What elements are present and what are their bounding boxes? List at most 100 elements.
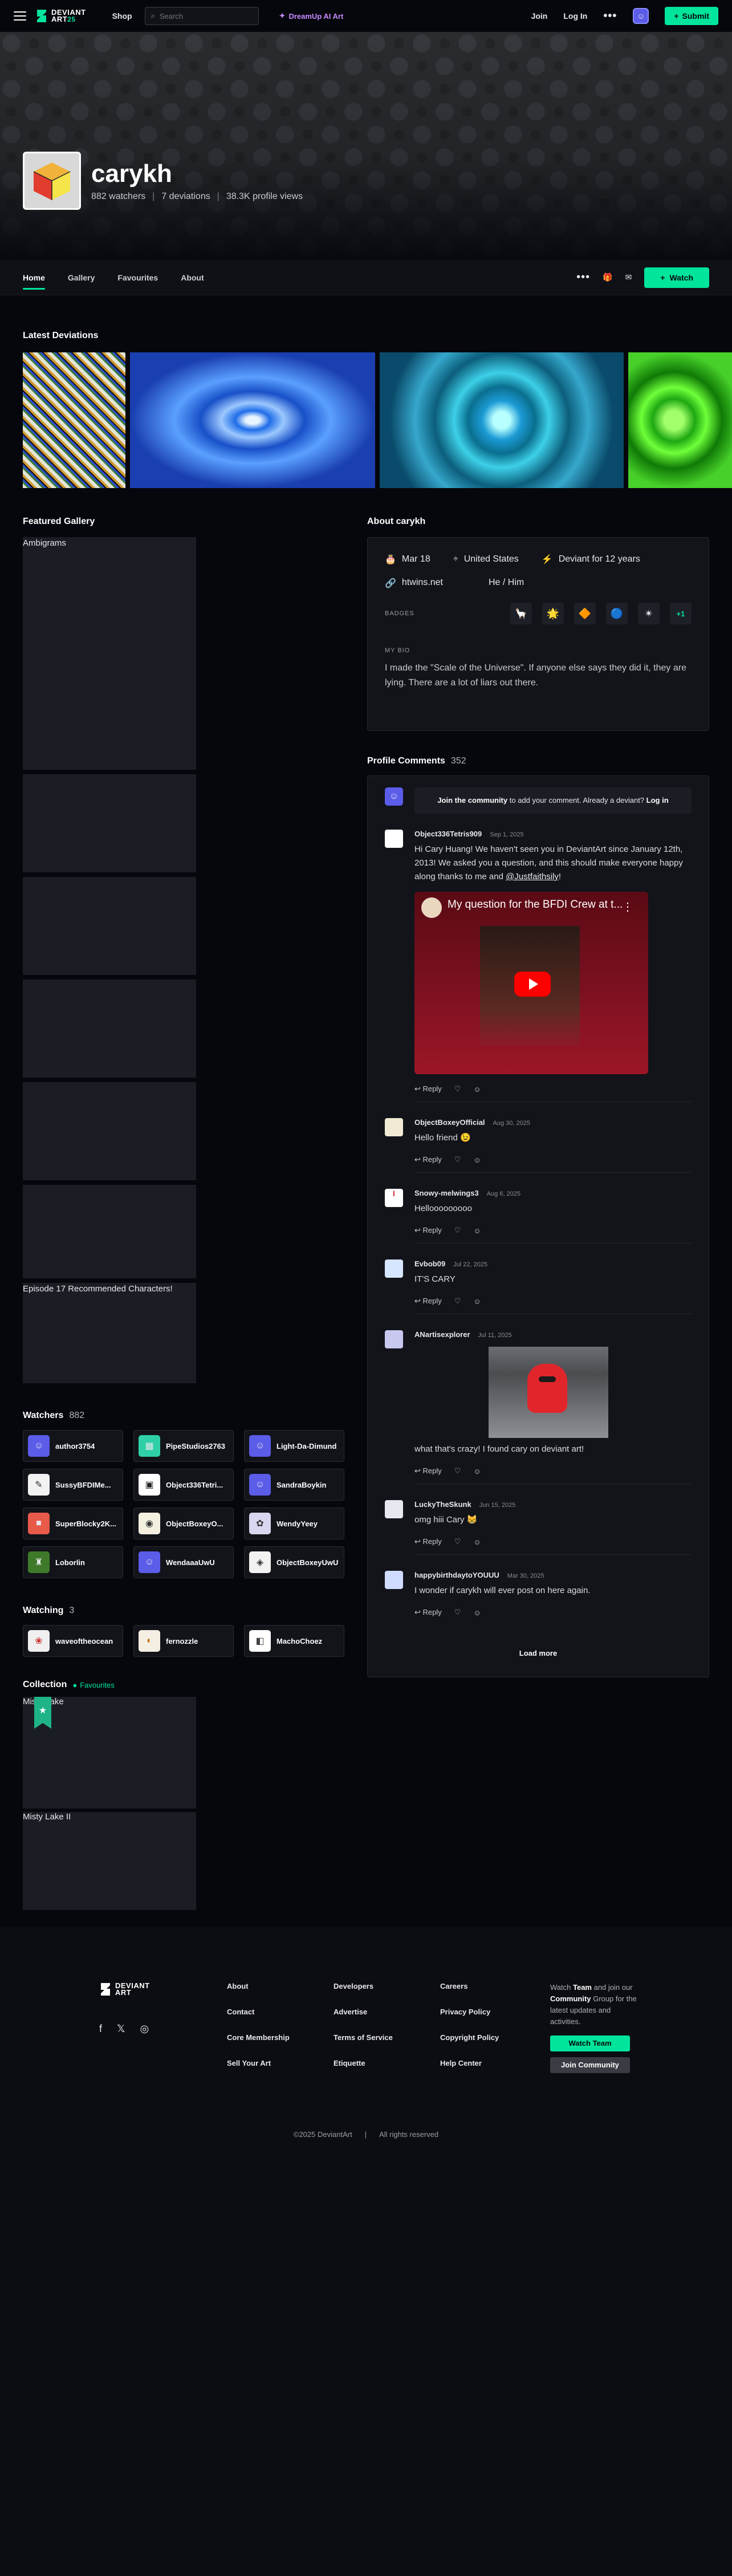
tab-gallery[interactable]: Gallery — [68, 260, 95, 295]
footer-link[interactable]: About — [227, 1982, 334, 1990]
profile-avatar[interactable] — [23, 152, 81, 210]
comment-login-link[interactable]: Log in — [646, 796, 669, 805]
video-menu-icon[interactable]: ⋮ — [622, 900, 633, 914]
more-badges-button[interactable]: +1 — [670, 603, 692, 624]
watching-card[interactable]: ◐ fernozzle — [133, 1625, 234, 1657]
comment-author[interactable]: ANartisexplorer — [414, 1330, 470, 1339]
footer-logo[interactable]: DEVIANT ART — [99, 1982, 227, 1997]
comment-image[interactable] — [489, 1347, 608, 1438]
shop-link[interactable]: Shop — [112, 11, 132, 21]
tab-home[interactable]: Home — [23, 260, 45, 295]
avatar[interactable] — [385, 1500, 403, 1518]
reply-button[interactable]: ↩ Reply — [414, 1466, 442, 1476]
search-box[interactable]: ⌕ — [144, 7, 259, 25]
collection-item[interactable]: Misty Lake II — [23, 1812, 196, 1910]
website-link[interactable]: htwins.net — [402, 578, 443, 589]
footer-link[interactable]: Copyright Policy — [440, 2033, 547, 2042]
gallery-item[interactable] — [23, 1185, 196, 1278]
search-input[interactable] — [159, 11, 245, 21]
footer-link[interactable]: Etiquette — [334, 2059, 440, 2067]
watcher-card[interactable]: ♜ Loborlin — [23, 1546, 123, 1578]
gallery-item[interactable] — [23, 877, 196, 975]
youtube-embed[interactable]: My question for the BFDI Crew at t... ⋮ — [414, 892, 648, 1074]
avatar[interactable] — [385, 830, 403, 848]
login-link[interactable]: Log In — [563, 11, 587, 21]
heart-icon[interactable]: ♡ — [454, 1084, 461, 1094]
avatar[interactable]: I — [385, 1189, 403, 1207]
watcher-card[interactable]: ■ SuperBlocky2K... — [23, 1508, 123, 1539]
submit-button[interactable]: + Submit — [665, 7, 718, 25]
join-community-button[interactable]: Join Community — [550, 2057, 630, 2073]
watcher-card[interactable]: ▣ Object336Tetri... — [133, 1469, 234, 1501]
collection-item[interactable]: Misty Lake ★ — [23, 1697, 196, 1809]
watcher-card[interactable]: ☺ WendaaaUwU — [133, 1546, 234, 1578]
join-community-link[interactable]: Join the community — [437, 796, 507, 805]
spark-badge-icon[interactable]: ✴ — [638, 603, 660, 624]
react-icon[interactable]: ☺ — [473, 1297, 481, 1306]
play-icon[interactable] — [514, 972, 551, 997]
footer-link[interactable]: Advertise — [334, 2008, 440, 2016]
react-icon[interactable]: ☺ — [473, 1538, 481, 1546]
comment-author[interactable]: ObjectBoxeyOfficial — [414, 1118, 485, 1127]
tab-about[interactable]: About — [181, 260, 204, 295]
heart-icon[interactable]: ♡ — [454, 1155, 461, 1164]
x-icon[interactable]: 𝕏 — [117, 2023, 125, 2035]
gallery-item[interactable] — [23, 774, 196, 872]
globe-badge-icon[interactable]: 🔵 — [606, 603, 628, 624]
watcher-card[interactable]: ✿ WendyYeey — [244, 1508, 344, 1539]
watcher-card[interactable]: ◉ ObjectBoxeyO... — [133, 1508, 234, 1539]
comment-author[interactable]: Evbob09 — [414, 1259, 445, 1268]
watching-card[interactable]: ◧ MachoChoez — [244, 1625, 344, 1657]
sun-badge-icon[interactable]: 🌟 — [542, 603, 564, 624]
watchers-count[interactable]: 882 watchers — [91, 192, 145, 202]
watch-team-button[interactable]: Watch Team — [550, 2035, 630, 2051]
comment-author[interactable]: LuckyTheSkunk — [414, 1500, 471, 1509]
heart-icon[interactable]: ♡ — [454, 1466, 461, 1476]
reply-button[interactable]: ↩ Reply — [414, 1297, 442, 1306]
heart-icon[interactable]: ♡ — [454, 1226, 461, 1235]
reply-button[interactable]: ↩ Reply — [414, 1608, 442, 1617]
react-icon[interactable]: ☺ — [473, 1467, 481, 1476]
avatar[interactable] — [385, 1259, 403, 1278]
watcher-card[interactable]: ▦ PipeStudios2763 — [133, 1430, 234, 1462]
facebook-icon[interactable]: f — [99, 2023, 102, 2035]
deviation-thumbnail[interactable] — [628, 352, 732, 488]
reply-button[interactable]: ↩ Reply — [414, 1084, 442, 1094]
favourites-link[interactable]: ● Favourites — [72, 1681, 115, 1689]
footer-link[interactable]: Sell Your Art — [227, 2059, 334, 2067]
footer-link[interactable]: Privacy Policy — [440, 2008, 547, 2016]
comment-author[interactable]: happybirthdaytoYOUUU — [414, 1571, 499, 1579]
deviation-thumbnail[interactable] — [380, 352, 624, 488]
react-icon[interactable]: ☺ — [473, 1085, 481, 1094]
avatar[interactable] — [385, 1571, 403, 1589]
gallery-item[interactable] — [23, 980, 196, 1078]
gallery-item[interactable] — [23, 1082, 196, 1180]
deviation-thumbnail[interactable] — [23, 352, 125, 488]
react-icon[interactable]: ☺ — [473, 1226, 481, 1235]
watcher-card[interactable]: ☺ Light-Da-Dimund — [244, 1430, 344, 1462]
tab-favourites[interactable]: Favourites — [117, 260, 158, 295]
footer-link[interactable]: Careers — [440, 1982, 547, 1990]
footer-link[interactable]: Core Membership — [227, 2033, 334, 2042]
reply-button[interactable]: ↩ Reply — [414, 1155, 442, 1164]
avatar[interactable] — [385, 1330, 403, 1348]
footer-link[interactable]: Developers — [334, 1982, 440, 1990]
gallery-item[interactable]: Episode 17 Recommended Characters! — [23, 1283, 196, 1383]
watcher-card[interactable]: ◈ ObjectBoxeyUwU — [244, 1546, 344, 1578]
hamburger-menu-icon[interactable] — [14, 11, 26, 21]
watcher-card[interactable]: ☺ SandraBoykin — [244, 1469, 344, 1501]
reply-button[interactable]: ↩ Reply — [414, 1537, 442, 1546]
heart-icon[interactable]: ♡ — [454, 1537, 461, 1546]
deviation-thumbnail[interactable] — [130, 352, 375, 488]
instagram-icon[interactable]: ◎ — [140, 2023, 149, 2035]
deviantart-logo[interactable]: DEVIANT ART25 — [35, 9, 86, 23]
footer-link[interactable]: Help Center — [440, 2059, 547, 2067]
watch-button[interactable]: + Watch — [644, 267, 709, 288]
heart-icon[interactable]: ♡ — [454, 1608, 461, 1617]
llama-badge-icon[interactable]: 🦙 — [510, 603, 532, 624]
heart-icon[interactable]: ♡ — [454, 1297, 461, 1306]
react-icon[interactable]: ☺ — [473, 1156, 481, 1164]
gift-icon[interactable]: 🎁 — [603, 273, 612, 282]
footer-link[interactable]: Terms of Service — [334, 2033, 440, 2042]
gallery-item[interactable]: Ambigrams — [23, 537, 196, 770]
